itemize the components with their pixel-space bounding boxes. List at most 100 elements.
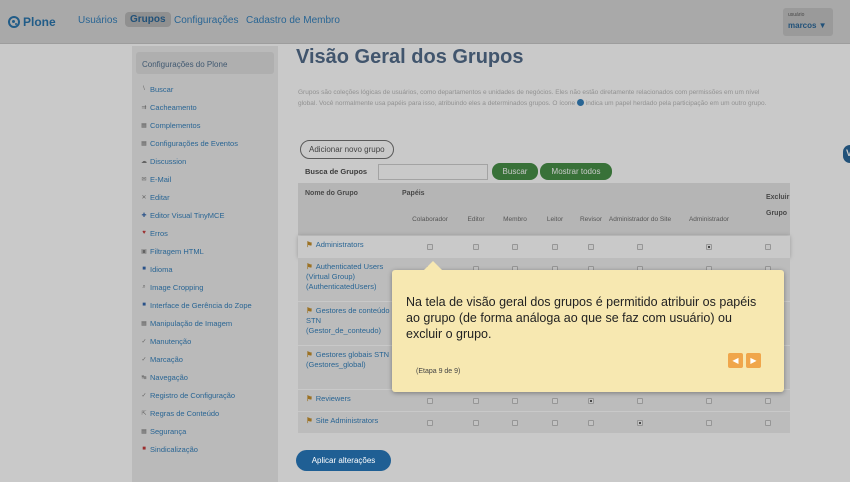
- role-checkbox[interactable]: [427, 244, 433, 250]
- role-checkbox[interactable]: [588, 244, 594, 250]
- sidebar-item-icon: ⇉: [141, 104, 147, 111]
- role-checkbox[interactable]: [588, 398, 594, 404]
- role-checkbox[interactable]: [512, 398, 518, 404]
- sidebar-item[interactable]: ♥ Erros: [136, 224, 252, 242]
- sidebar-item-label: Idioma: [150, 264, 173, 274]
- sidebar-item-icon: ▦: [141, 140, 147, 147]
- sidebar-item-label: Segurança: [150, 426, 187, 436]
- nav-users[interactable]: Usuários: [78, 15, 117, 26]
- sidebar-item-icon: ■: [142, 446, 146, 452]
- sidebar-item[interactable]: ⇉ Cacheamento: [136, 98, 252, 116]
- search-label: Busca de Grupos: [305, 167, 368, 176]
- role-checkbox[interactable]: [552, 420, 558, 426]
- search-input[interactable]: [378, 164, 488, 180]
- delete-group-checkbox[interactable]: [765, 420, 771, 426]
- role-checkbox[interactable]: [706, 420, 712, 426]
- sidebar-item-icon: ✓: [141, 338, 147, 345]
- sidebar-header: Configurações do Plone: [136, 52, 274, 74]
- role-checkbox[interactable]: [706, 244, 712, 250]
- table-row: ⚑ Administrators: [298, 236, 790, 258]
- show-all-button[interactable]: Mostrar todos: [540, 163, 612, 180]
- plone-logo[interactable]: Plone: [8, 15, 56, 29]
- role-checkbox[interactable]: [588, 420, 594, 426]
- group-name-link[interactable]: ⚑ Gestores de conteúdo STN (Gestor_de_con…: [306, 306, 398, 336]
- sidebar-item[interactable]: ✉ E-Mail: [136, 170, 252, 188]
- group-icon: ⚑: [306, 416, 313, 425]
- apply-changes-button[interactable]: Aplicar alterações: [296, 450, 391, 471]
- sidebar-item[interactable]: ■ Idioma: [136, 260, 252, 278]
- column-header-role: Leitor: [546, 216, 564, 223]
- plone-logo-icon: [8, 16, 20, 28]
- sidebar-item[interactable]: ▣ Filtragem HTML: [136, 242, 252, 260]
- delete-group-checkbox[interactable]: [765, 244, 771, 250]
- role-checkbox[interactable]: [512, 420, 518, 426]
- sidebar-item[interactable]: ▦ Complementos: [136, 116, 252, 134]
- tooltip-next-button[interactable]: ▶: [746, 353, 761, 368]
- role-checkbox[interactable]: [473, 244, 479, 250]
- sidebar-item-label: Editor Visual TinyMCE: [150, 210, 225, 220]
- group-name-link[interactable]: ⚑ Administrators: [306, 240, 398, 250]
- table-row: ⚑ Site Administrators: [298, 412, 790, 434]
- sidebar-item[interactable]: ✓ Manutenção: [136, 332, 252, 350]
- tooltip-text: Na tela de visão geral dos grupos é perm…: [406, 295, 757, 341]
- sidebar-item-icon: ▣: [141, 248, 147, 255]
- sidebar-item-icon: ✉: [141, 176, 147, 183]
- page-description: Grupos são coleções lógicas de usuários,…: [298, 89, 767, 107]
- group-name-link[interactable]: ⚑ Reviewers: [306, 394, 398, 404]
- role-checkbox[interactable]: [637, 398, 643, 404]
- sidebar-item[interactable]: ▦ Configurações de Eventos: [136, 134, 252, 152]
- sidebar-item[interactable]: ■ Interface de Gerência do Zope: [136, 296, 252, 314]
- role-checkbox[interactable]: [552, 244, 558, 250]
- delete-group-checkbox[interactable]: [765, 398, 771, 404]
- group-icon: ⚑: [306, 350, 313, 359]
- sidebar-item[interactable]: ▦ Segurança: [136, 422, 252, 440]
- sidebar-item[interactable]: ⌕ Image Cropping: [136, 278, 252, 296]
- side-tab-handle[interactable]: V: [843, 145, 850, 163]
- role-checkbox[interactable]: [552, 398, 558, 404]
- group-name-link[interactable]: ⚑ Authenticated Users (Virtual Group) (Au…: [306, 262, 398, 292]
- column-header-roles: Papéis: [402, 190, 425, 197]
- column-header-role: Administrador: [688, 216, 730, 223]
- group-icon: ⚑: [306, 394, 313, 403]
- search-button[interactable]: Buscar: [492, 163, 538, 180]
- sidebar-item-label: E-Mail: [150, 174, 172, 184]
- role-checkbox[interactable]: [473, 398, 479, 404]
- group-name-link[interactable]: ⚑ Gestores globais STN (Gestores_global): [306, 350, 398, 370]
- nav-member-registration[interactable]: Cadastro de Membro: [246, 15, 340, 26]
- nav-settings[interactable]: Configurações: [174, 15, 238, 26]
- sidebar-item-icon: ☁: [141, 158, 147, 165]
- sidebar-item-label: Complementos: [150, 120, 201, 130]
- column-header-role: Administrador do Site: [608, 216, 672, 223]
- role-checkbox[interactable]: [473, 420, 479, 426]
- column-header-delete: Excluir Grupo: [766, 194, 790, 217]
- sidebar-item[interactable]: ▦ Manipulação de Imagem: [136, 314, 252, 332]
- sidebar-item[interactable]: ↹ Navegação: [136, 368, 252, 386]
- group-name-link[interactable]: ⚑ Site Administrators: [306, 416, 398, 426]
- sidebar-item[interactable]: ✓ Marcação: [136, 350, 252, 368]
- role-checkbox[interactable]: [427, 420, 433, 426]
- role-checkbox[interactable]: [706, 398, 712, 404]
- sidebar-item[interactable]: ☁ Discussion: [136, 152, 252, 170]
- sidebar-item[interactable]: ✕ Editar: [136, 188, 252, 206]
- role-checkbox[interactable]: [637, 420, 643, 426]
- role-checkbox[interactable]: [512, 244, 518, 250]
- sidebar-item-icon: ⇱: [141, 410, 147, 417]
- user-name: marcos ▼: [788, 21, 827, 30]
- sidebar-item[interactable]: ■ Sindicalização: [136, 440, 252, 458]
- nav-groups[interactable]: Grupos: [125, 12, 171, 27]
- sidebar-item[interactable]: ⇱ Regras de Conteúdo: [136, 404, 252, 422]
- role-checkbox[interactable]: [637, 244, 643, 250]
- sidebar-item[interactable]: \ Buscar: [136, 80, 252, 98]
- tooltip-prev-button[interactable]: ◀: [728, 353, 743, 368]
- column-header-group-name: Nome do Grupo: [305, 190, 358, 197]
- table-header: Nome do Grupo Papéis Excluir Grupo Colab…: [298, 183, 790, 235]
- sidebar-item-label: Marcação: [150, 354, 183, 364]
- sidebar-item-icon: ▦: [141, 428, 147, 435]
- user-menu[interactable]: usuário marcos ▼: [783, 8, 833, 36]
- sidebar-item[interactable]: ✚ Editor Visual TinyMCE: [136, 206, 252, 224]
- user-label: usuário: [788, 12, 805, 18]
- sidebar-item-icon: \: [143, 86, 145, 92]
- role-checkbox[interactable]: [427, 398, 433, 404]
- sidebar-item[interactable]: ✓ Registro de Configuração: [136, 386, 252, 404]
- add-group-button[interactable]: Adicionar novo grupo: [300, 140, 394, 159]
